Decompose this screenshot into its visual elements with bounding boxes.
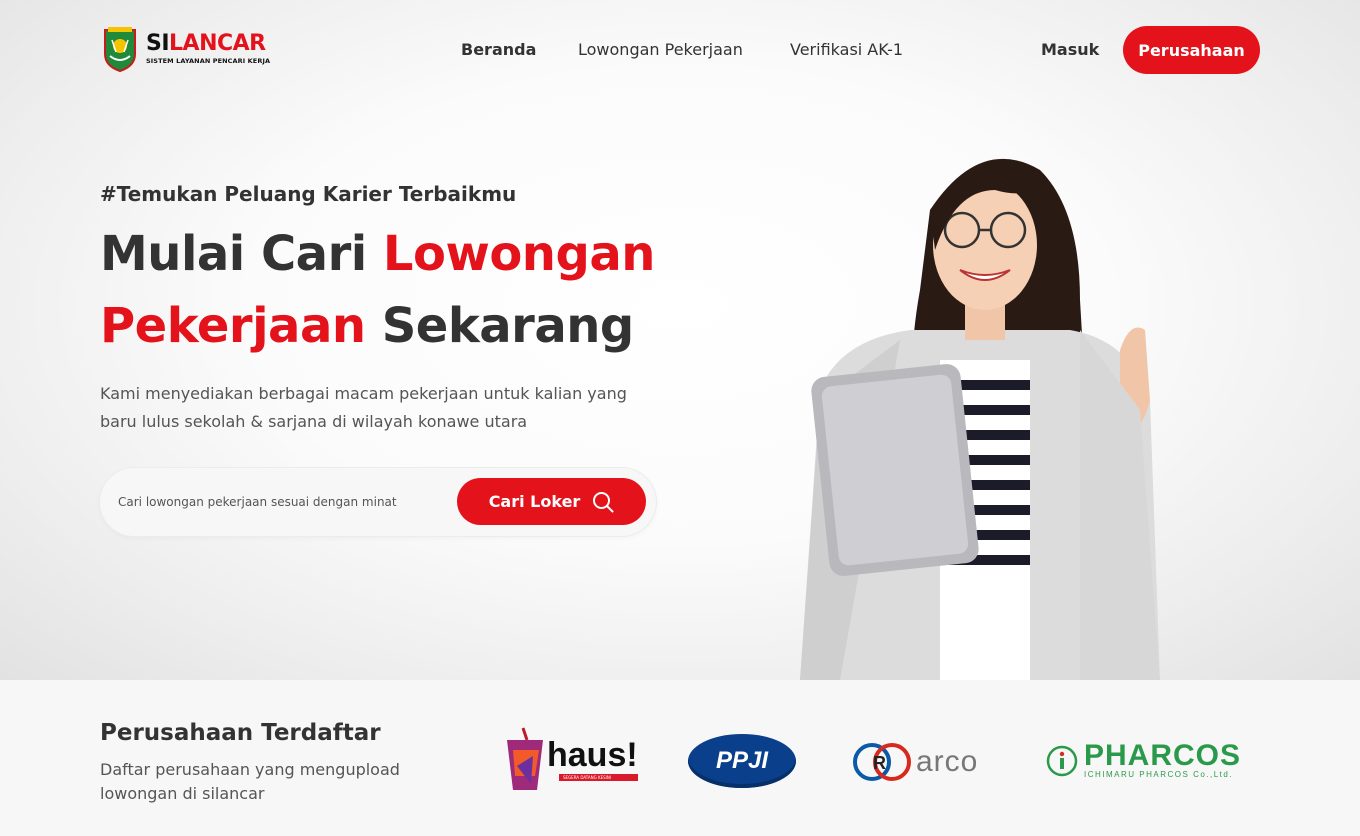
brand-name-part2: LANCAR <box>169 31 266 56</box>
headline-part1: Mulai Cari <box>100 226 383 282</box>
search-icon <box>593 491 614 512</box>
companies-title: Perusahaan Terdaftar <box>100 720 381 746</box>
company-logo-ppji[interactable]: PPJI <box>688 734 796 788</box>
company-logo-arco[interactable]: R arco <box>852 740 978 784</box>
nav-lowongan-pekerjaan[interactable]: Lowongan Pekerjaan <box>578 40 743 59</box>
brand-subtitle: SISTEM LAYANAN PENCARI KERJA <box>146 57 271 65</box>
nav-beranda[interactable]: Beranda <box>461 40 536 59</box>
ppji-wordmark: PPJI <box>715 747 769 774</box>
pharcos-tagline: ICHIMARU PHARCOS Co.,Ltd. <box>1084 770 1234 779</box>
job-search-box: Cari Loker <box>100 468 656 536</box>
search-button-label: Cari Loker <box>488 492 581 511</box>
hero-description: Kami menyediakan berbagai macam pekerjaa… <box>100 384 627 431</box>
site-logo[interactable]: SILANCAR SISTEM LAYANAN PENCARI KERJA <box>102 26 270 72</box>
hero-headline: Mulai Cari Lowongan Pekerjaan Sekarang <box>100 218 655 362</box>
company-logo-haus[interactable]: haus! SEGERA DATANG KESINI <box>505 726 638 792</box>
nav-verifikasi-ak1[interactable]: Verifikasi AK-1 <box>790 40 903 59</box>
job-search-input[interactable] <box>118 484 448 520</box>
headline-red2: Pekerjaan <box>100 298 366 354</box>
headline-part2: Sekarang <box>365 298 635 354</box>
hero-section: SILANCAR SISTEM LAYANAN PENCARI KERJA Be… <box>0 0 1360 680</box>
regency-emblem-icon <box>104 27 136 72</box>
arco-emblem-icon: R <box>853 743 911 781</box>
cup-icon <box>507 727 543 790</box>
company-logo-pharcos[interactable]: PHARCOS ICHIMARU PHARCOS Co.,Ltd. <box>1046 739 1242 779</box>
brand-name-part1: SI <box>146 31 170 56</box>
hero-tagline: #Temukan Peluang Karier Terbaikmu <box>100 182 517 206</box>
companies-section: Perusahaan Terdaftar Daftar perusahaan y… <box>0 680 1360 836</box>
companies-subtitle: Daftar perusahaan yang mengupload lowong… <box>100 760 400 803</box>
login-button[interactable]: Masuk <box>1041 40 1099 59</box>
svg-text:R: R <box>873 753 886 773</box>
pharcos-info-icon <box>1046 745 1078 776</box>
search-jobs-button[interactable]: Cari Loker <box>457 478 646 525</box>
company-button[interactable]: Perusahaan <box>1123 26 1260 74</box>
pharcos-wordmark: PHARCOS <box>1084 739 1242 772</box>
arco-wordmark: arco <box>916 745 979 778</box>
headline-red1: Lowongan <box>382 226 655 282</box>
haus-tagline: SEGERA DATANG KESINI <box>559 773 638 781</box>
haus-wordmark: haus! <box>547 735 638 774</box>
hero-woman-illustration <box>800 158 1160 680</box>
